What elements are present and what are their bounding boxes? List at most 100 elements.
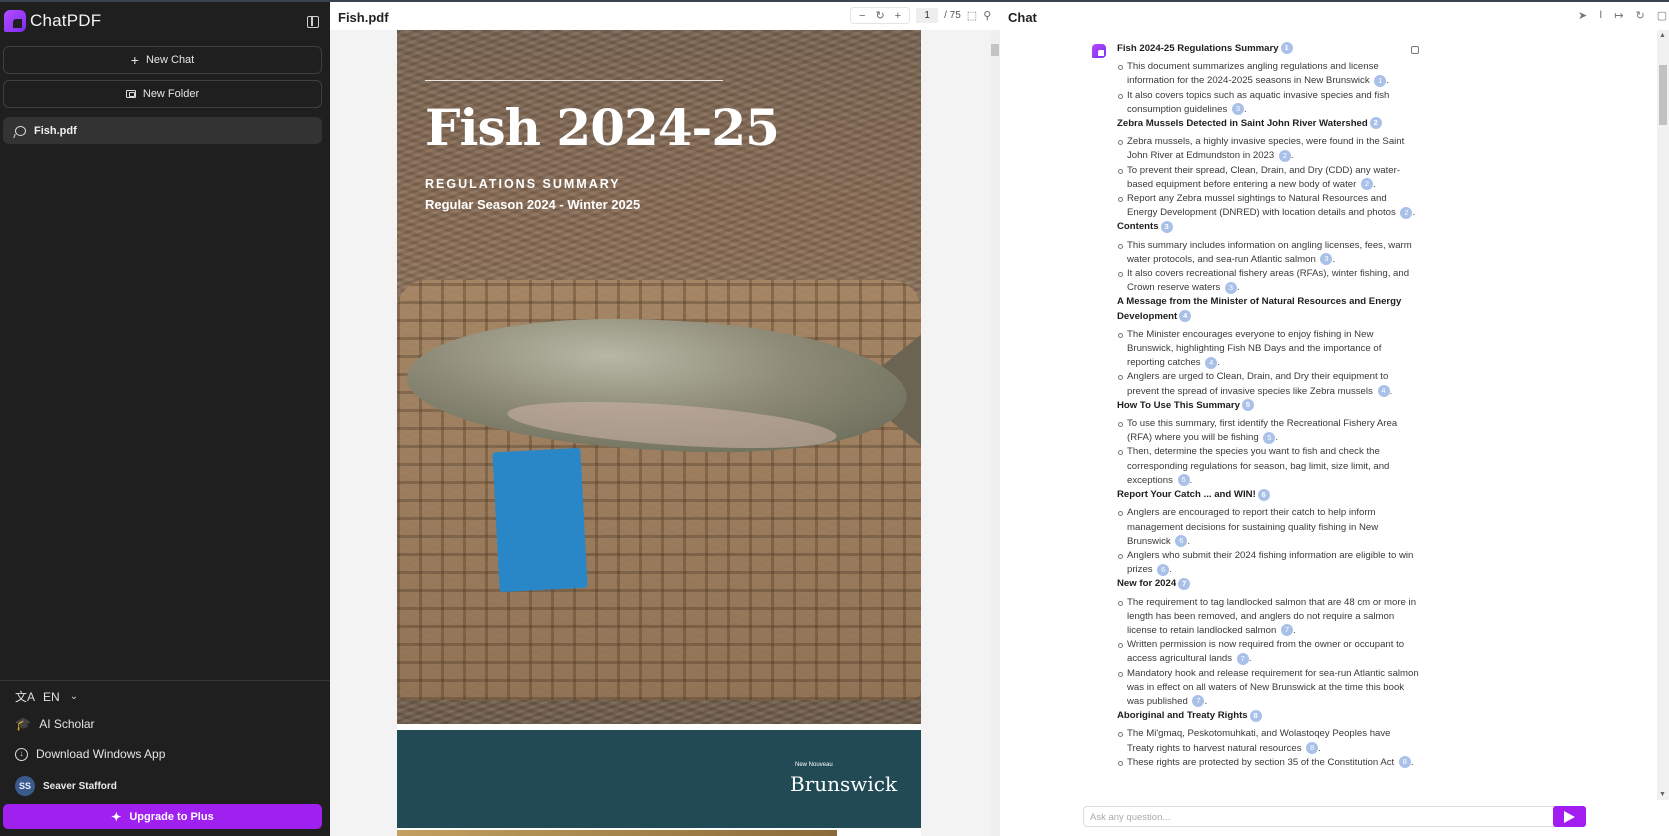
bullet-text: Anglers are encouraged to report their c… bbox=[1127, 507, 1379, 547]
chat-scroll-thumb[interactable] bbox=[1659, 65, 1667, 125]
new-chat-button[interactable]: + New Chat bbox=[3, 46, 322, 74]
citation-badge[interactable]: 5 bbox=[1177, 474, 1190, 487]
page-number-input[interactable] bbox=[916, 8, 939, 23]
bullet-text: Mandatory hook and release requirement f… bbox=[1127, 667, 1419, 707]
pdf-viewer: Fish.pdf − ↻ + / 75 ⬚ ⚲ Fish 2024-25 bbox=[330, 2, 1000, 836]
bullet-text: These rights are protected by section 35… bbox=[1127, 756, 1395, 768]
citation-badge[interactable]: 4 bbox=[1179, 310, 1192, 323]
chat-header: Chat ➤ I ↦ ↻ ▢ bbox=[1000, 2, 1669, 30]
ai-scholar-link[interactable]: 🎓 AI Scholar bbox=[15, 716, 95, 732]
language-selector[interactable]: 文A EN ⌄ bbox=[15, 688, 78, 705]
citation-badge[interactable]: 8 bbox=[1249, 709, 1262, 722]
export-icon[interactable]: ↦ bbox=[1614, 9, 1623, 22]
zoom-controls: − ↻ + bbox=[850, 7, 911, 24]
citation-badge[interactable]: 3 bbox=[1231, 103, 1244, 116]
citation-badge[interactable]: 7 bbox=[1236, 652, 1249, 665]
cover-title: Fish 2024-25 bbox=[425, 98, 780, 157]
chat-input[interactable] bbox=[1090, 809, 1520, 825]
chat-scrollbar[interactable]: ▲ ▼ bbox=[1657, 30, 1669, 800]
upgrade-label: Upgrade to Plus bbox=[129, 810, 214, 823]
bullet-item: This summary includes information on ang… bbox=[1118, 239, 1419, 267]
bullet-text: It also covers recreational fishery area… bbox=[1127, 268, 1410, 294]
section-title-text: New for 2024 bbox=[1117, 578, 1177, 590]
citation-badge[interactable]: 7 bbox=[1178, 577, 1191, 590]
user-name: Seaver Stafford bbox=[43, 780, 117, 792]
zoom-out-icon[interactable]: − bbox=[859, 10, 865, 22]
new-folder-button[interactable]: New Folder bbox=[3, 80, 322, 108]
summary-section: A Message from the Minister of Natural R… bbox=[1117, 295, 1419, 398]
download-windows-app-link[interactable]: ↓ Download Windows App bbox=[15, 747, 165, 761]
bullet-text: The Mi'gmaq, Peskotomuhkati, and Wolasto… bbox=[1127, 728, 1391, 754]
section-title-text: Aboriginal and Treaty Rights bbox=[1117, 710, 1248, 722]
ai-scholar-label: AI Scholar bbox=[39, 717, 95, 731]
citation-badge[interactable]: 7 bbox=[1281, 624, 1293, 637]
scroll-down-arrow-icon[interactable]: ▼ bbox=[1659, 791, 1666, 798]
citation-badge[interactable]: 1 bbox=[1280, 42, 1293, 55]
bullet-list: To use this summary, first identify the … bbox=[1117, 417, 1419, 488]
section-title-text: Fish 2024-25 Regulations Summary bbox=[1117, 43, 1279, 54]
share-icon[interactable]: ➤ bbox=[1578, 9, 1587, 22]
sidebar: ChatPDF + New Chat New Folder Fish.pdf 文… bbox=[0, 2, 330, 836]
citation-badge[interactable]: 8 bbox=[1306, 742, 1319, 755]
text-select-icon[interactable]: ⬚ bbox=[967, 9, 977, 22]
citation-badge[interactable]: 8 bbox=[1398, 756, 1411, 769]
citation-badge[interactable]: 5 bbox=[1263, 431, 1276, 444]
assistant-message: Fish 2024-25 Regulations Summary 1 This do… bbox=[1117, 42, 1419, 770]
citation-badge[interactable]: 1 bbox=[1374, 74, 1387, 87]
text-cursor-icon[interactable]: I bbox=[1599, 9, 1602, 22]
bullet-item: Anglers are encouraged to report their c… bbox=[1118, 506, 1419, 549]
bullet-list: The Mi'gmaq, Peskotomuhkati, and Wolasto… bbox=[1117, 727, 1419, 770]
bullet-list: This summary includes information on ang… bbox=[1117, 239, 1419, 296]
bullet-text: It also covers topics such as aquatic in… bbox=[1127, 89, 1390, 115]
citation-badge[interactable]: 4 bbox=[1377, 385, 1390, 398]
send-button[interactable] bbox=[1553, 806, 1586, 827]
citation-badge[interactable]: 7 bbox=[1192, 695, 1205, 708]
bullet-text: Anglers who submit their 2024 fishing in… bbox=[1127, 549, 1414, 576]
chat-toolbar: ➤ I ↦ ↻ ▢ bbox=[1578, 9, 1667, 22]
summary-section: Contents 3 This summary includes informati… bbox=[1117, 220, 1419, 295]
citation-badge[interactable]: 2 bbox=[1400, 206, 1413, 219]
citation-badge[interactable]: 2 bbox=[1278, 149, 1291, 162]
citation-badge[interactable]: 3 bbox=[1224, 281, 1237, 294]
citation-badge[interactable]: 2 bbox=[1361, 178, 1374, 191]
brand[interactable]: ChatPDF bbox=[4, 10, 101, 32]
bullet-list: This document summarizes angling regulat… bbox=[1117, 60, 1419, 117]
bullet-item: These rights are protected by section 35… bbox=[1118, 756, 1419, 770]
collapse-sidebar-icon[interactable] bbox=[307, 16, 319, 28]
citation-badge[interactable]: 6 bbox=[1257, 488, 1270, 501]
bullet-item: Report any Zebra mussel sightings to Nat… bbox=[1118, 192, 1419, 220]
section-title-text: Report Your Catch ... and WIN! bbox=[1117, 489, 1256, 501]
scroll-up-arrow-icon[interactable]: ▲ bbox=[1659, 32, 1666, 39]
citation-badge[interactable]: 6 bbox=[1175, 535, 1188, 548]
citation-badge[interactable]: 3 bbox=[1160, 220, 1173, 233]
citation-badge[interactable]: 3 bbox=[1320, 253, 1333, 266]
bullet-item: Anglers who submit their 2024 fishing in… bbox=[1118, 549, 1419, 577]
delete-icon[interactable]: ▢ bbox=[1657, 9, 1667, 22]
bullet-item: To use this summary, first identify the … bbox=[1118, 417, 1419, 445]
bullet-text: The requirement to tag landlocked salmon… bbox=[1127, 596, 1417, 636]
upgrade-to-plus-button[interactable]: ✦ Upgrade to Plus bbox=[3, 804, 322, 829]
chat-list-item[interactable]: Fish.pdf bbox=[3, 117, 322, 144]
graduation-cap-icon: 🎓 bbox=[15, 716, 32, 731]
download-label: Download Windows App bbox=[36, 747, 166, 761]
nb-logo-small-text: New Nouveau bbox=[795, 762, 833, 768]
bullet-text: To prevent their spread, Clean, Drain, a… bbox=[1127, 164, 1400, 190]
reset-zoom-icon[interactable]: ↻ bbox=[875, 9, 884, 22]
citation-badge[interactable]: 2 bbox=[1369, 117, 1382, 130]
bullet-list: The Minister encourages everyone to enjo… bbox=[1117, 328, 1419, 399]
new-chat-label: New Chat bbox=[145, 54, 195, 66]
bullet-item: The Minister encourages everyone to enjo… bbox=[1118, 328, 1419, 371]
summary-section: Report Your Catch ... and WIN! 6 Anglers a… bbox=[1117, 488, 1419, 577]
reset-chat-icon[interactable]: ↻ bbox=[1636, 9, 1645, 22]
citation-badge[interactable]: 6 bbox=[1157, 563, 1170, 576]
assistant-avatar-icon bbox=[1092, 44, 1106, 58]
section-title: Aboriginal and Treaty Rights 8 bbox=[1117, 709, 1419, 723]
citation-badge[interactable]: 5 bbox=[1241, 399, 1254, 412]
search-icon[interactable]: ⚲ bbox=[983, 9, 991, 22]
bullet-list: Anglers are encouraged to report their c… bbox=[1117, 506, 1419, 577]
citation-badge[interactable]: 4 bbox=[1205, 356, 1218, 369]
pdf-scroll-thumb[interactable] bbox=[991, 44, 999, 56]
user-profile[interactable]: SS Seaver Stafford bbox=[15, 776, 117, 796]
pdf-scrollbar[interactable] bbox=[990, 30, 1000, 836]
zoom-in-icon[interactable]: + bbox=[895, 10, 901, 22]
